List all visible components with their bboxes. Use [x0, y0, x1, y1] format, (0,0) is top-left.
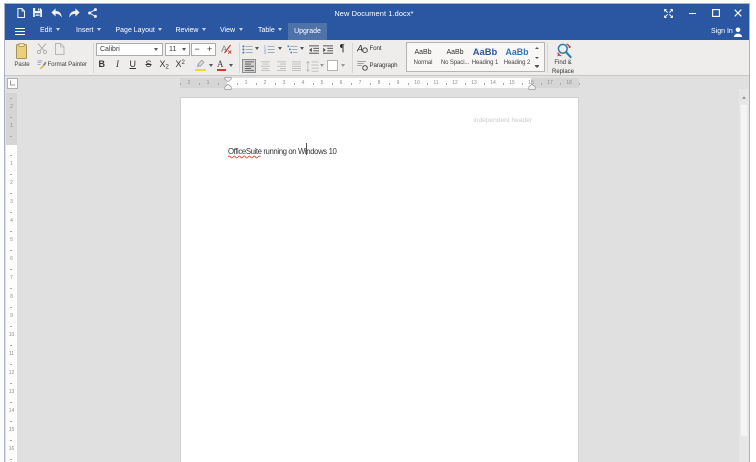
svg-text:3: 3 [264, 50, 266, 53]
svg-text:A: A [357, 44, 363, 54]
